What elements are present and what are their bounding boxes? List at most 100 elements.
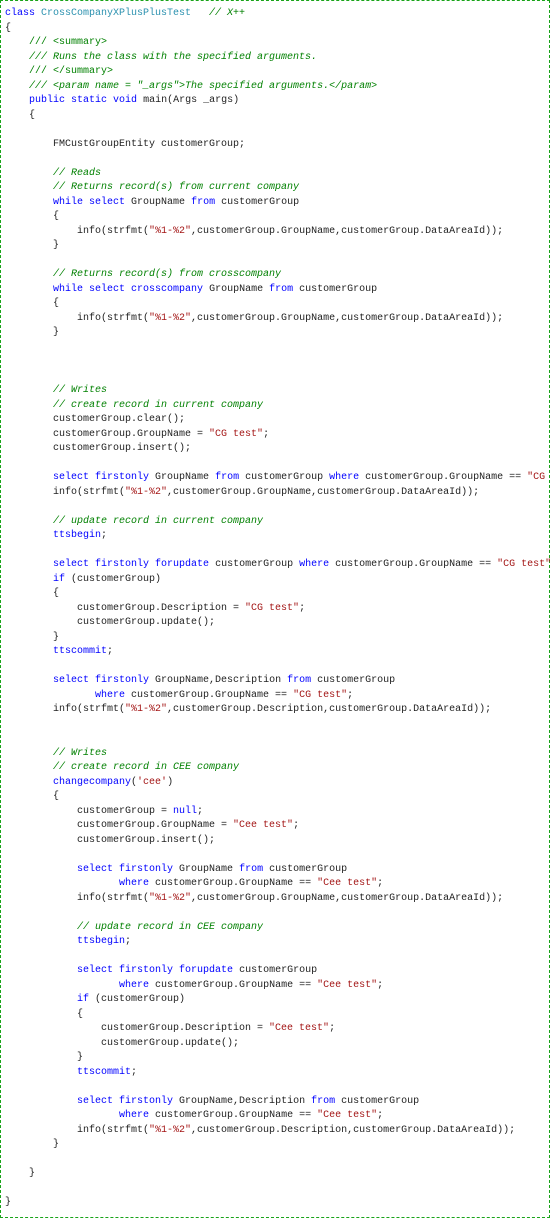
kw-from: from [311,1096,335,1107]
code-text: ; [197,806,203,817]
kw-firstonly: firstonly [89,472,155,483]
string-literal: "CG test" [245,603,299,614]
code-text: customerGroup.GroupName == [125,690,293,701]
brace: } [77,1052,83,1063]
string-literal: 'cee' [137,777,167,788]
kw-if: if [53,574,65,585]
semicolon: ; [107,646,113,657]
kw-where: where [329,472,359,483]
kw-where: where [119,878,149,889]
code-text: ; [329,1023,335,1034]
brace: } [53,1139,59,1150]
brace: } [53,632,59,643]
semicolon: ; [101,530,107,541]
code-text: ,customerGroup.Description,customerGroup… [191,1125,515,1136]
brace: } [29,1168,35,1179]
brace: { [5,23,11,34]
string-literal: "%1-%2" [149,1125,191,1136]
kw-null: null [173,806,197,817]
code-text: ,customerGroup.GroupName,customerGroup.D… [191,893,503,904]
code-text: ; [377,980,383,991]
string-literal: "Cee test" [233,820,293,831]
kw-ttscommit: ttscommit [53,646,107,657]
code-text: info(strfmt( [5,704,125,715]
string-literal: "Cee test" [269,1023,329,1034]
kw-select: select [53,472,89,483]
kw-select: select [83,284,131,295]
brace: { [53,791,59,802]
kw-from: from [215,472,239,483]
code-text: customerGroup.insert(); [5,835,215,846]
kw-from: from [191,197,215,208]
string-literal: "Cee test" [317,878,377,889]
xml-summary-text: /// Runs the class with the specified ar… [29,52,317,63]
kw-from: from [269,284,293,295]
code-text: customerGroup [335,1096,419,1107]
kw-firstonly: firstonly [89,675,155,686]
code-text: GroupName,Description [179,1096,311,1107]
kw-select: select [77,864,113,875]
kw-ttscommit: ttscommit [77,1067,131,1078]
decl-customergroup: FMCustGroupEntity customerGroup; [5,139,245,150]
code-text: customerGroup [293,284,377,295]
code-text: info(strfmt( [5,487,125,498]
comment-update: // update record in current company [5,516,263,527]
paren: ) [167,777,173,788]
code-text: GroupName [131,197,191,208]
kw-ttsbegin: ttsbegin [53,530,101,541]
kw-firstonly: firstonly [113,1096,179,1107]
code-text: customerGroup.update(); [5,1038,239,1049]
kw-ttsbegin: ttsbegin [77,936,125,947]
brace: { [53,298,59,309]
kw-firstonly: firstonly [113,965,179,976]
kw-forupdate: forupdate [155,559,209,570]
kw-select: select [83,197,131,208]
code-text: GroupName [155,472,215,483]
code-text: ; [347,690,353,701]
code-text: ; [263,429,269,440]
code-text: customerGroup.Description = [5,1023,269,1034]
kw-void: void [113,95,137,106]
code-text: GroupName [179,864,239,875]
kw-from: from [239,864,263,875]
code-text: customerGroup.GroupName == [149,1110,317,1121]
string-literal: "%1-%2" [149,893,191,904]
code-text: ,customerGroup.Description,customerGroup… [167,704,491,715]
code-text: customerGroup.GroupName == [149,878,317,889]
semicolon: ; [131,1067,137,1078]
code-text: GroupName [209,284,269,295]
comment-update-cee: // update record in CEE company [5,922,263,933]
kw-forupdate: forupdate [179,965,233,976]
code-text: ,customerGroup.GroupName,customerGroup.D… [167,487,479,498]
code-text: customerGroup [233,965,317,976]
brace: } [53,240,59,251]
code-text: customerGroup [239,472,329,483]
code-text: customerGroup.GroupName == [149,980,317,991]
brace: } [53,327,59,338]
code-text: info(strfmt( [5,313,149,324]
code-text: (customerGroup) [65,574,161,585]
xml-summary-end: /// </summary> [29,66,113,77]
code-text: customerGroup [215,197,299,208]
comment-writes: // Writes [5,385,107,396]
kw-where: where [119,1110,149,1121]
code-text: GroupName,Description [155,675,287,686]
brace: { [53,211,59,222]
code-text: customerGroup.update(); [5,617,215,628]
string-literal: "%1-%2" [149,226,191,237]
code-text: ; [293,820,299,831]
kw-where: where [119,980,149,991]
code-text: ; [377,878,383,889]
code-text: ,customerGroup.GroupName,customerGroup.D… [191,313,503,324]
comment-writes2: // Writes [5,748,107,759]
brace: { [29,110,35,121]
kw-select: select [53,675,89,686]
kw-firstonly: firstonly [113,864,179,875]
comment-writes-sub: // create record in current company [5,400,263,411]
kw-select: select [77,1096,113,1107]
code-text: customerGroup [209,559,299,570]
code-text: customerGroup.Description = [5,603,245,614]
code-text: info(strfmt( [5,226,149,237]
keyword-class: class [5,8,35,19]
string-literal: "CG test" [527,472,550,483]
